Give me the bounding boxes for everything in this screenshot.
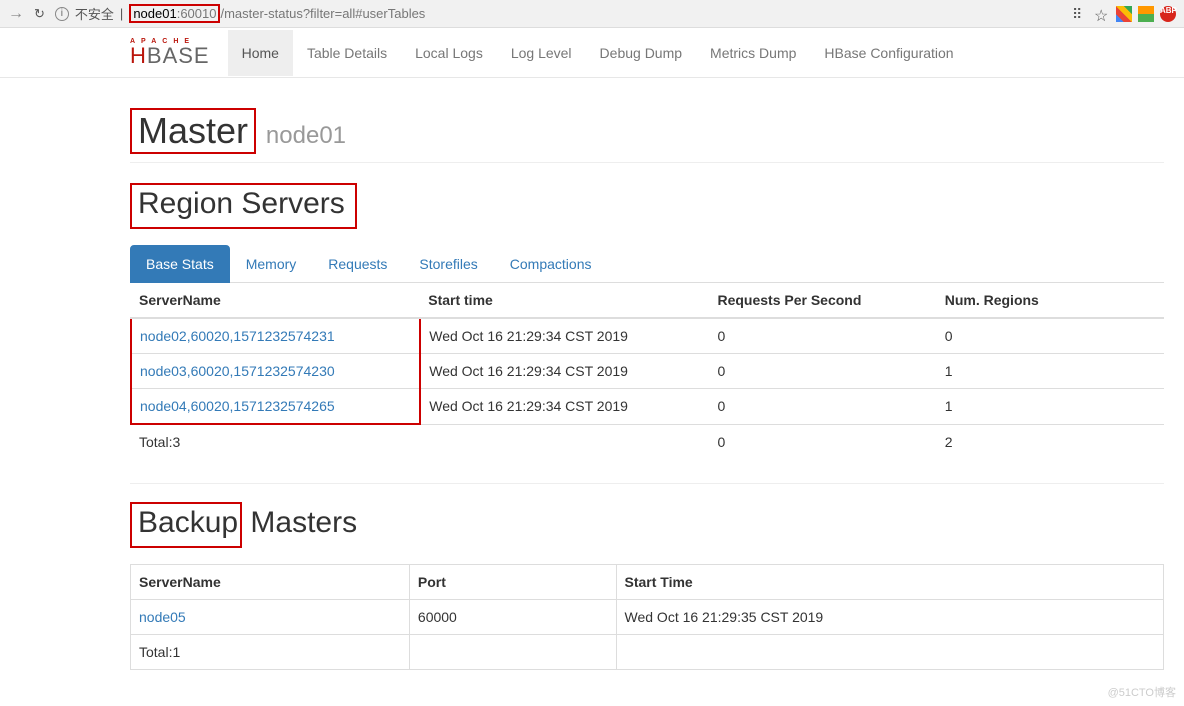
nav-debug-dump[interactable]: Debug Dump xyxy=(586,30,697,76)
table-total-row: Total:1 xyxy=(131,635,1164,670)
backup-masters-heading: Backup Masters xyxy=(130,502,1164,548)
page-title: Master xyxy=(138,110,248,151)
adblock-icon[interactable]: ABP xyxy=(1160,6,1176,22)
ext-icon-1[interactable] xyxy=(1116,6,1132,22)
table-total-row: Total:3 0 2 xyxy=(131,424,1164,459)
nav-hbase-config[interactable]: HBase Configuration xyxy=(810,30,967,76)
tab-compactions[interactable]: Compactions xyxy=(494,245,608,283)
nav-home[interactable]: Home xyxy=(228,30,293,76)
reload-icon[interactable]: ↻ xyxy=(34,6,45,22)
table-row: node05 60000 Wed Oct 16 21:29:35 CST 201… xyxy=(131,600,1164,635)
insecure-label: 不安全 xyxy=(75,4,114,23)
main-navbar: APACHE HBASE Home Table Details Local Lo… xyxy=(0,28,1184,78)
nav-table-details[interactable]: Table Details xyxy=(293,30,401,76)
table-row: node02,60020,1571232574231 Wed Oct 16 21… xyxy=(131,318,1164,354)
tab-base-stats[interactable]: Base Stats xyxy=(130,245,230,283)
url-text: node01:60010/master-status?filter=all#us… xyxy=(129,6,425,21)
tab-memory[interactable]: Memory xyxy=(230,245,313,283)
watermark: @51CTO博客 xyxy=(1108,684,1176,700)
page-subtitle: node01 xyxy=(266,122,346,149)
backup-masters-table: ServerName Port Start Time node05 60000 … xyxy=(130,564,1164,670)
nav-log-level[interactable]: Log Level xyxy=(497,30,586,76)
divider xyxy=(130,483,1164,484)
hbase-logo[interactable]: APACHE HBASE xyxy=(130,38,210,67)
bookmark-star-icon[interactable]: ☆ xyxy=(1094,6,1110,22)
region-servers-heading: Region Servers xyxy=(130,183,357,229)
rs-tabs: Base Stats Memory Requests Storefiles Co… xyxy=(130,245,1164,283)
table-row: node03,60020,1571232574230 Wed Oct 16 21… xyxy=(131,354,1164,389)
translate-icon[interactable]: ⠿ xyxy=(1072,6,1088,22)
region-servers-table: ServerName Start time Requests Per Secon… xyxy=(130,283,1164,459)
nav-local-logs[interactable]: Local Logs xyxy=(401,30,497,76)
col-rps: Requests Per Second xyxy=(709,283,936,318)
col-starttime: Start time xyxy=(420,283,709,318)
page-header: Master node01 xyxy=(130,78,1164,163)
bm-col-starttime: Start Time xyxy=(616,565,1164,600)
col-regions: Num. Regions xyxy=(937,283,1164,318)
info-icon[interactable]: i xyxy=(55,7,69,21)
server-link[interactable]: node04,60020,1571232574265 xyxy=(140,398,335,414)
bm-col-port: Port xyxy=(409,565,616,600)
tab-requests[interactable]: Requests xyxy=(312,245,403,283)
tab-storefiles[interactable]: Storefiles xyxy=(403,245,493,283)
forward-icon[interactable]: → xyxy=(8,5,24,23)
backup-masters-section: Backup Masters ServerName Port Start Tim… xyxy=(130,502,1164,670)
backup-server-link[interactable]: node05 xyxy=(139,609,186,625)
ext-icon-2[interactable] xyxy=(1138,6,1154,22)
table-row: node04,60020,1571232574265 Wed Oct 16 21… xyxy=(131,389,1164,425)
bm-col-servername: ServerName xyxy=(131,565,410,600)
address-bar[interactable]: i 不安全 | node01:60010/master-status?filte… xyxy=(55,4,1062,23)
col-servername: ServerName xyxy=(131,283,420,318)
nav-metrics-dump[interactable]: Metrics Dump xyxy=(696,30,810,76)
server-link[interactable]: node03,60020,1571232574230 xyxy=(140,363,335,379)
browser-toolbar: → ↻ i 不安全 | node01:60010/master-status?f… xyxy=(0,0,1184,28)
extension-icons: ⠿ ☆ ABP xyxy=(1072,6,1176,22)
server-link[interactable]: node02,60020,1571232574231 xyxy=(140,328,335,344)
region-servers-section: Region Servers Base Stats Memory Request… xyxy=(130,183,1164,484)
